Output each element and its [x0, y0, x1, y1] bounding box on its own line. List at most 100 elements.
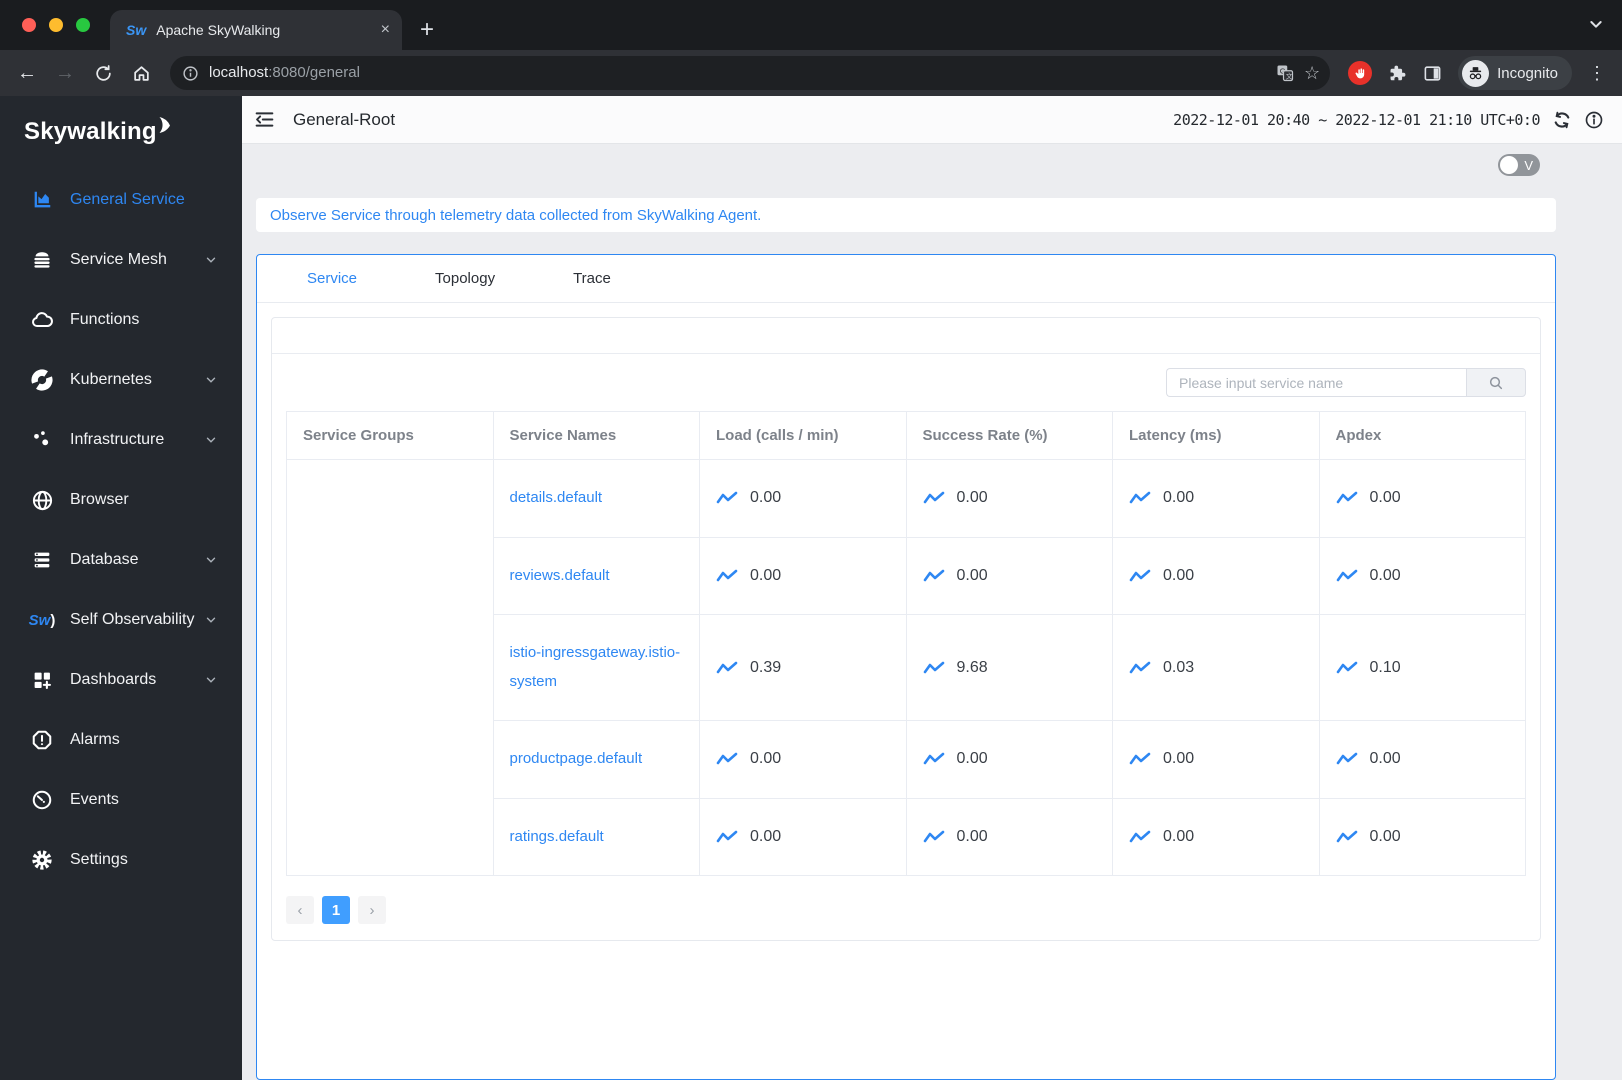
logo-text: Skywalking [24, 118, 157, 145]
tab-bar: Service Topology Trace [257, 255, 1555, 303]
sidebar-item-alarms[interactable]: Alarms [0, 710, 242, 770]
sidebar-collapse-icon[interactable] [250, 105, 279, 134]
browser-menu-icon[interactable]: ⋮ [1582, 63, 1612, 84]
pagination-page-1[interactable]: 1 [322, 896, 350, 924]
cloud-icon [30, 308, 54, 332]
tab-trace[interactable]: Trace [573, 270, 611, 287]
toggle-row: V [256, 144, 1556, 186]
home-button[interactable] [124, 56, 158, 90]
url-path: :8080/general [268, 64, 360, 81]
window-zoom-button[interactable] [76, 18, 90, 32]
search-input[interactable] [1166, 368, 1466, 397]
dashboard-grid-icon [30, 668, 54, 692]
sparkline-icon [923, 491, 944, 504]
col-load: Load (calls / min) [699, 411, 907, 460]
skywalking-logo: Skywalking [0, 96, 242, 152]
bookmark-star-icon[interactable]: ☆ [1304, 63, 1320, 84]
service-link[interactable]: reviews.default [510, 562, 610, 591]
sidebar-item-label: Alarms [70, 731, 120, 748]
layers-icon [30, 248, 54, 272]
col-apdex: Apdex [1318, 411, 1526, 460]
metric-value: 0.00 [750, 566, 782, 584]
info-icon[interactable] [1584, 110, 1604, 130]
pagination-next-button[interactable]: › [358, 896, 386, 924]
tab-search-chevron-icon[interactable] [1588, 16, 1604, 37]
sidebar-item-service-mesh[interactable]: Service Mesh [0, 230, 242, 290]
metric-value: 0.00 [956, 489, 988, 507]
sidebar-item-functions[interactable]: Functions [0, 290, 242, 350]
metric-value: 0.00 [956, 750, 988, 768]
app-header: General-Root 2022-12-01 20:40 ~ 2022-12-… [242, 96, 1622, 144]
tab-close-icon[interactable]: × [381, 22, 390, 38]
chevron-down-icon [204, 673, 218, 687]
browser-tab[interactable]: Sw Apache SkyWalking × [110, 10, 402, 50]
pagination-prev-button[interactable]: ‹ [286, 896, 314, 924]
refresh-icon[interactable] [1552, 110, 1572, 130]
sidebar-item-general-service[interactable]: General Service [0, 170, 242, 230]
search-button[interactable] [1466, 368, 1526, 397]
metric-value: 0.00 [1369, 566, 1401, 584]
service-link[interactable]: details.default [510, 484, 603, 513]
sidebar-item-browser[interactable]: Browser [0, 470, 242, 530]
skywalking-sw-icon: Sw) [28, 611, 56, 629]
sidebar-item-label: Functions [70, 311, 140, 328]
tab-service[interactable]: Service [307, 270, 357, 287]
main-content: V Observe Service through telemetry data… [242, 144, 1622, 1080]
pagination: ‹ 1 › [272, 876, 1540, 940]
reload-button[interactable] [86, 56, 120, 90]
info-banner: Observe Service through telemetry data c… [256, 198, 1556, 232]
globe-icon [30, 488, 54, 512]
search-row [272, 354, 1540, 407]
sidebar-item-label: Kubernetes [70, 371, 152, 388]
service-link[interactable]: productpage.default [510, 745, 643, 774]
sidebar-item-settings[interactable]: Settings [0, 830, 242, 890]
sidebar: Skywalking General Service Service Mesh [0, 96, 242, 1080]
sidebar-item-events[interactable]: Events [0, 770, 242, 830]
sparkline-icon [716, 491, 738, 504]
tab-topology[interactable]: Topology [435, 270, 495, 287]
sparkline-icon [1336, 661, 1357, 673]
tab-strip: Sw Apache SkyWalking × + [0, 0, 1622, 50]
col-latency: Latency (ms) [1112, 411, 1320, 460]
version-toggle[interactable]: V [1498, 154, 1540, 176]
sidebar-item-label: Events [70, 791, 119, 808]
chevron-down-icon [204, 613, 218, 627]
window-close-button[interactable] [22, 18, 36, 32]
incognito-profile-badge[interactable]: Incognito [1458, 56, 1572, 90]
sparkline-icon [923, 661, 944, 673]
sidebar-item-kubernetes[interactable]: Kubernetes [0, 350, 242, 410]
metric-value: 0.00 [1369, 827, 1401, 845]
translate-icon[interactable]: G文 [1276, 64, 1294, 82]
adblock-extension-icon[interactable] [1348, 61, 1373, 85]
sidebar-nav: General Service Service Mesh Functions K… [0, 170, 242, 890]
site-info-icon[interactable] [182, 65, 199, 82]
metric-value: 0.03 [1163, 658, 1195, 676]
side-panel-icon[interactable] [1423, 64, 1442, 83]
table-header-row: Service Groups Service Names Load (calls… [286, 411, 1526, 460]
url-bar[interactable]: localhost:8080/general G文 ☆ [170, 56, 1331, 90]
new-tab-button[interactable]: + [420, 16, 434, 44]
forward-button: → [55, 61, 75, 84]
incognito-label: Incognito [1497, 64, 1558, 82]
panel-header [272, 318, 1540, 354]
sidebar-item-infrastructure[interactable]: Infrastructure [0, 410, 242, 470]
service-link[interactable]: ratings.default [510, 823, 604, 852]
window-minimize-button[interactable] [49, 18, 63, 32]
time-range-picker[interactable]: 2022-12-01 20:40 ~ 2022-12-01 21:10 UTC+… [1173, 111, 1540, 129]
toggle-label: V [1524, 157, 1533, 173]
col-service-groups: Service Groups [286, 411, 494, 460]
service-link[interactable]: istio-ingressgateway.istio-system [510, 639, 684, 696]
browser-chrome: Sw Apache SkyWalking × + ← → localhost:8… [0, 0, 1622, 96]
sidebar-item-label: Browser [70, 491, 129, 508]
chevron-down-icon [204, 433, 218, 447]
sparkline-icon [1129, 830, 1151, 843]
back-button[interactable]: ← [10, 56, 44, 90]
metric-value: 0.00 [750, 750, 782, 768]
extensions-puzzle-icon[interactable] [1388, 64, 1407, 83]
sidebar-item-label: Self Observability [70, 611, 195, 628]
metric-value: 0.00 [1163, 566, 1195, 584]
sidebar-item-dashboards[interactable]: Dashboards [0, 650, 242, 710]
sidebar-item-self-observability[interactable]: Sw) Self Observability [0, 590, 242, 650]
metric-value: 0.00 [956, 827, 988, 845]
sidebar-item-database[interactable]: Database [0, 530, 242, 590]
